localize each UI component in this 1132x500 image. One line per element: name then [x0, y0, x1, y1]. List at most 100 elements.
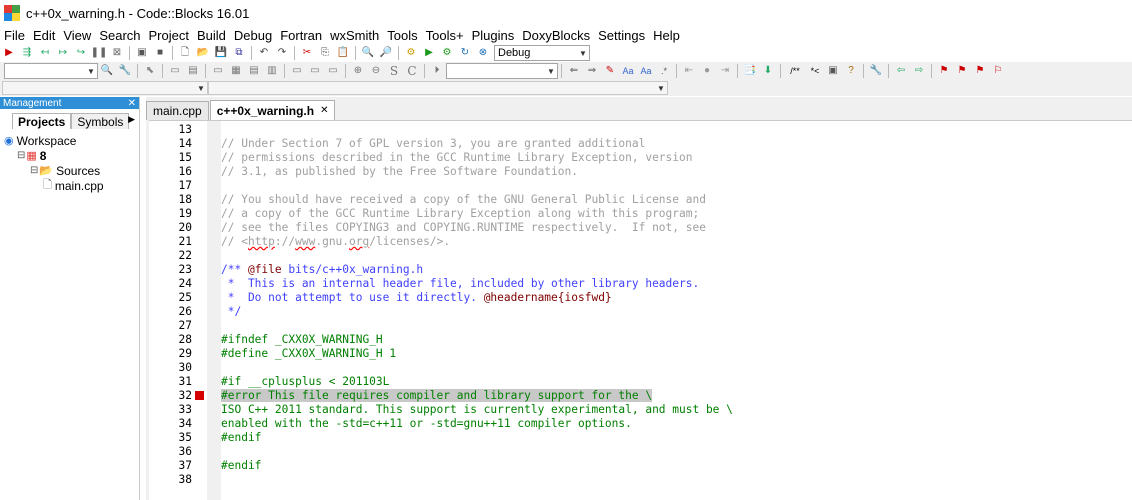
menu-settings[interactable]: Settings: [594, 28, 649, 43]
highlight-icon[interactable]: ✎: [602, 64, 618, 78]
zoom-out-icon[interactable]: ⊖: [368, 64, 384, 78]
menu-edit[interactable]: Edit: [29, 28, 59, 43]
menu-project[interactable]: Project: [145, 28, 193, 43]
back-icon[interactable]: ⇦: [893, 64, 909, 78]
build-icon[interactable]: ⚙: [403, 46, 419, 60]
tab-symbols[interactable]: Symbols: [71, 113, 130, 129]
replace-icon[interactable]: 🔎: [378, 46, 394, 60]
new-icon[interactable]: 🗋: [177, 46, 193, 60]
jump-forward-icon[interactable]: ↦: [55, 46, 71, 60]
tag-icon[interactable]: ⏵: [429, 64, 445, 78]
code-scope-select[interactable]: ▼: [446, 63, 558, 79]
layout-b-icon[interactable]: ▭: [307, 64, 323, 78]
paste-icon[interactable]: 📋: [335, 46, 351, 60]
save-all-icon[interactable]: ⧉: [231, 46, 247, 60]
menu-debug[interactable]: Debug: [230, 28, 276, 43]
search-icon[interactable]: 🔍: [99, 64, 115, 78]
tree-item[interactable]: 🗋 main.cpp: [0, 178, 139, 193]
last-icon[interactable]: ⇥: [717, 64, 733, 78]
wrench-icon[interactable]: 🔧: [868, 64, 884, 78]
help-icon[interactable]: ?: [843, 64, 859, 78]
menu-doxyblocks[interactable]: DoxyBlocks: [518, 28, 594, 43]
comment-line-icon[interactable]: *<: [807, 64, 823, 78]
stop-icon[interactable]: ⊠: [109, 46, 125, 60]
open-file-icon[interactable]: 📂: [195, 46, 211, 60]
new-file-icon[interactable]: ▶: [1, 46, 17, 60]
menu-fortran[interactable]: Fortran: [276, 28, 326, 43]
collapse-icon[interactable]: ⊟: [17, 150, 25, 161]
font-b-icon[interactable]: Aa: [638, 64, 654, 78]
tree-item[interactable]: ⊟ 📂 Sources: [0, 163, 139, 178]
find-icon[interactable]: 🔍: [360, 46, 376, 60]
menu-search[interactable]: Search: [95, 28, 144, 43]
doc-view-icon[interactable]: ▣: [825, 64, 841, 78]
save-icon[interactable]: 💾: [213, 46, 229, 60]
code-area[interactable]: // Under Section 7 of GPL version 3, you…: [221, 121, 1132, 500]
run-icon[interactable]: ▶: [421, 46, 437, 60]
bookmark-clear-icon[interactable]: ⚐: [990, 64, 1006, 78]
collapse-icon[interactable]: ⊟: [30, 165, 38, 176]
table-icon[interactable]: ▥: [264, 64, 280, 78]
menu-file[interactable]: File: [0, 28, 29, 43]
search-combo[interactable]: ▼: [4, 63, 98, 79]
rebuild-icon[interactable]: ↻: [457, 46, 473, 60]
menu-tools[interactable]: Tools: [383, 28, 421, 43]
comment-block-icon[interactable]: /**: [785, 64, 805, 78]
font-icon[interactable]: Aa: [620, 64, 636, 78]
redo-icon[interactable]: ↷: [274, 46, 290, 60]
menu-view[interactable]: View: [59, 28, 95, 43]
symbol-select[interactable]: ▼: [208, 81, 668, 95]
menu-wxsmith[interactable]: wxSmith: [326, 28, 383, 43]
regex-icon[interactable]: .*: [656, 64, 672, 78]
bookmark-next-icon[interactable]: ⚑: [972, 64, 988, 78]
jump-back-icon[interactable]: ↤: [37, 46, 53, 60]
bookmark-prev-icon[interactable]: ⚑: [954, 64, 970, 78]
info-icon[interactable]: ■: [152, 46, 168, 60]
step-icon[interactable]: ↪: [73, 46, 89, 60]
menu-help[interactable]: Help: [649, 28, 684, 43]
tab-scroll-right-icon[interactable]: ▶: [128, 114, 135, 125]
abort-icon[interactable]: ⊗: [475, 46, 491, 60]
editor-tab[interactable]: main.cpp: [146, 101, 209, 120]
layout-a-icon[interactable]: ▭: [289, 64, 305, 78]
build-target-select[interactable]: Debug ▼: [494, 45, 590, 61]
code-editor[interactable]: 13 14 15 16 17 18 19 20 21 22 23 24 25 26 27 28 29 30 31 32…: [149, 120, 1132, 500]
bullet-icon[interactable]: ●: [699, 64, 715, 78]
pointer-icon[interactable]: ⬉: [142, 64, 158, 78]
zoom-in-icon[interactable]: ⊕: [350, 64, 366, 78]
tree-item[interactable]: ◉ Workspace: [0, 133, 139, 148]
tools-icon[interactable]: 🔧: [117, 64, 133, 78]
doc-icon[interactable]: 📑: [742, 64, 758, 78]
list-icon[interactable]: ▤: [246, 64, 262, 78]
layout-c-icon[interactable]: ▭: [325, 64, 341, 78]
undo-icon[interactable]: ↶: [256, 46, 272, 60]
menu-build[interactable]: Build: [193, 28, 230, 43]
menu-plugins[interactable]: Plugins: [468, 28, 519, 43]
next-icon[interactable]: ⇒: [584, 64, 600, 78]
tab-projects[interactable]: Projects: [12, 113, 72, 129]
c-icon[interactable]: C: [404, 64, 420, 78]
bookmark-icon[interactable]: ⚑: [936, 64, 952, 78]
forward-icon[interactable]: ⇨: [911, 64, 927, 78]
scope-select[interactable]: ▼: [2, 81, 208, 95]
pause-icon[interactable]: ❚❚: [91, 46, 108, 60]
frame-icon[interactable]: ▭: [167, 64, 183, 78]
box-icon[interactable]: ▭: [210, 64, 226, 78]
tree-item[interactable]: ⊟ ▦ 8: [0, 148, 139, 163]
grid-icon[interactable]: ▦: [228, 64, 244, 78]
prev-icon[interactable]: ⇐: [566, 64, 582, 78]
line-number: 13: [178, 123, 192, 136]
menu-tools-[interactable]: Tools+: [422, 28, 468, 43]
open-icon[interactable]: ⇶: [19, 46, 35, 60]
close-icon[interactable]: ✕: [128, 98, 136, 109]
doc-run-icon[interactable]: ⬇: [760, 64, 776, 78]
copy-icon[interactable]: ⎘: [317, 46, 333, 60]
debug-windows-icon[interactable]: ▣: [134, 46, 150, 60]
editor-tab[interactable]: c++0x_warning.h ✕: [209, 100, 336, 120]
s-icon[interactable]: S: [386, 64, 402, 78]
cut-icon[interactable]: ✂: [299, 46, 315, 60]
close-icon[interactable]: ✕: [320, 105, 328, 116]
panel-icon[interactable]: ▤: [185, 64, 201, 78]
first-icon[interactable]: ⇤: [681, 64, 697, 78]
build-run-icon[interactable]: ⚙: [439, 46, 455, 60]
